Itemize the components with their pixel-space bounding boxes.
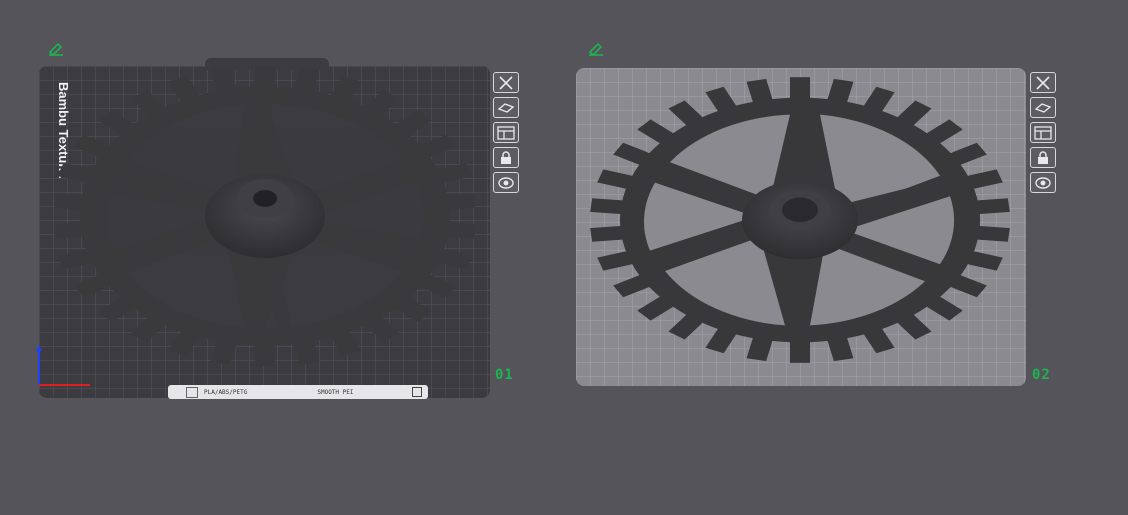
plate-2-toolbar — [1030, 72, 1056, 193]
close-icon — [1036, 75, 1050, 90]
lock-icon — [501, 150, 511, 164]
edit-plate-icon[interactable] — [47, 42, 65, 56]
delete-plate-button[interactable] — [1030, 72, 1056, 93]
gear-model-2[interactable] — [590, 70, 1010, 380]
close-icon — [499, 75, 513, 90]
status-indicator-icon — [412, 387, 422, 397]
plate-1-toolbar — [493, 72, 519, 193]
plate-status-bar: PLA/ABS/PETG SMOOTH PEI — [168, 385, 428, 399]
gear-model-1[interactable] — [55, 66, 475, 376]
plate-number: 02 — [1032, 367, 1051, 383]
arrange-icon — [1034, 102, 1052, 113]
layout-icon — [1034, 125, 1052, 140]
arrange-icon — [497, 102, 515, 113]
eye-icon — [498, 176, 514, 189]
eye-icon — [1035, 176, 1051, 189]
plate-number: 01 — [495, 367, 514, 383]
arrange-plate-button[interactable] — [1030, 97, 1056, 118]
orient-plate-button[interactable] — [493, 122, 519, 143]
preview-plate-button[interactable] — [493, 172, 519, 193]
layout-icon — [497, 125, 515, 140]
status-square-icon — [186, 386, 198, 398]
filament-label: PLA/ABS/PETG — [204, 388, 248, 396]
lock-plate-button[interactable] — [1030, 147, 1056, 168]
arrange-plate-button[interactable] — [493, 97, 519, 118]
delete-plate-button[interactable] — [493, 72, 519, 93]
lock-plate-button[interactable] — [493, 147, 519, 168]
orient-plate-button[interactable] — [1030, 122, 1056, 143]
preview-plate-button[interactable] — [1030, 172, 1056, 193]
surface-label: SMOOTH PEI — [317, 388, 354, 396]
lock-icon — [1038, 150, 1048, 164]
edit-plate-icon[interactable] — [587, 42, 605, 56]
